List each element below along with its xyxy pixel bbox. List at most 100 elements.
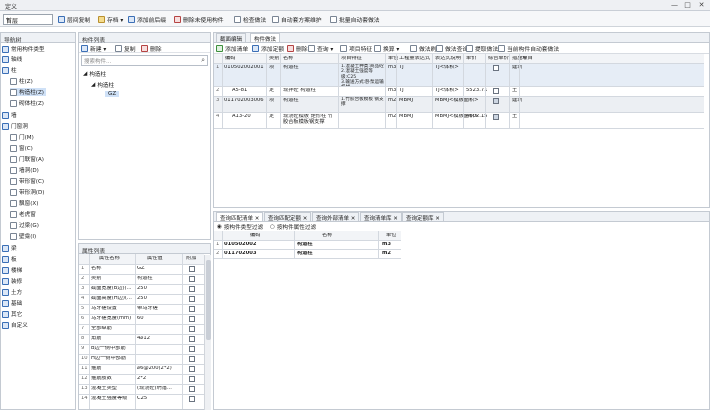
method-feature[interactable]: 1.竹胶合板模板 钢支撑 <box>341 97 385 108</box>
nav-item-15[interactable]: 飘窗(X) <box>10 199 40 207</box>
method-toolbar-button-6[interactable]: 换算 ▾ <box>374 44 399 53</box>
method-name[interactable]: 现拌砼 构造柱 <box>283 88 338 94</box>
nav-item-1[interactable]: 常用构件类型 <box>2 45 47 53</box>
check-method-button[interactable]: 检查做法 <box>234 15 266 24</box>
filter-by-attr-radio[interactable]: ○ 按构件属性过滤 <box>270 223 316 231</box>
method-toolbar-button-8[interactable]: 做法查询 <box>436 44 468 53</box>
nav-item-21[interactable]: 楼梯 <box>2 266 24 274</box>
delete-component-button[interactable]: 删除 <box>141 44 162 53</box>
property-extra-checkbox[interactable] <box>189 306 195 312</box>
measure-item-checkbox[interactable] <box>493 65 499 71</box>
nav-item-6[interactable]: 砌体柱(Z) <box>10 99 46 107</box>
property-value[interactable]: 2*2 <box>137 376 181 382</box>
property-value[interactable]: C25 <box>137 396 181 402</box>
nav-item-8[interactable]: 门窗洞 <box>2 122 30 130</box>
tree-leaf-gz[interactable]: GZ <box>105 91 120 97</box>
method-expression[interactable]: TJ <box>399 88 404 94</box>
nav-item-12[interactable]: 墙洞(D) <box>10 166 41 174</box>
filter-by-type-radio[interactable]: ◉ 按构件类型过滤 <box>217 223 263 231</box>
method-name[interactable]: 构造柱 <box>283 98 338 104</box>
query-tab-2[interactable]: 查询匹配定额 ✕ <box>264 212 312 222</box>
property-extra-checkbox[interactable] <box>189 386 195 392</box>
new-component-button[interactable]: 新建 ▾ <box>81 44 106 53</box>
archive-button[interactable]: 存档 ▾ <box>98 15 123 24</box>
property-scrollbar[interactable] <box>204 255 211 410</box>
copy-component-button[interactable]: 复制 <box>115 44 136 53</box>
query-code[interactable]: 010502002 <box>224 242 257 248</box>
property-extra-checkbox[interactable] <box>189 326 195 332</box>
property-value[interactable]: 构造柱 <box>137 276 181 282</box>
method-toolbar-button-4[interactable]: 查询 ▾ <box>308 44 333 53</box>
copy-between-floors-button[interactable]: 层间复制 <box>58 15 90 24</box>
nav-item-3[interactable]: 柱 <box>2 66 19 74</box>
nav-item-17[interactable]: 过梁(G) <box>10 221 41 229</box>
method-code[interactable]: 011702003006 <box>224 98 264 104</box>
nav-item-13[interactable]: 带形窗(C) <box>10 177 46 185</box>
component-search-input[interactable]: 搜索构件... ⌕ <box>81 55 208 66</box>
nav-item-18[interactable]: 壁龛(I) <box>10 232 38 240</box>
tree-root-node[interactable]: ◢ 构造柱 <box>83 70 106 78</box>
nav-item-23[interactable]: 土方 <box>2 288 24 296</box>
method-code[interactable]: 010502002001 <box>224 65 264 71</box>
property-extra-checkbox[interactable] <box>189 316 195 322</box>
property-extra-checkbox[interactable] <box>189 376 195 382</box>
query-tab-3[interactable]: 查询外部清单 ✕ <box>312 212 360 222</box>
method-expression[interactable]: MBMJ <box>399 98 413 104</box>
method-expression[interactable]: MBMJ <box>399 114 413 120</box>
property-extra-checkbox[interactable] <box>189 266 195 272</box>
nav-item-16[interactable]: 老虎窗 <box>10 210 38 218</box>
nav-item-9[interactable]: 门(M) <box>10 133 36 141</box>
property-value[interactable]: ⌀6@200(2*2) <box>137 366 181 372</box>
property-value[interactable]: 60 <box>137 316 181 322</box>
property-extra-checkbox[interactable] <box>189 296 195 302</box>
property-value[interactable]: 4⌀12 <box>137 336 181 342</box>
nav-item-14[interactable]: 带形洞(D) <box>10 188 46 196</box>
nav-item-25[interactable]: 其它 <box>2 310 24 318</box>
nav-item-26[interactable]: 自定义 <box>2 321 30 329</box>
nav-item-7[interactable]: 墙 <box>2 111 19 119</box>
property-value[interactable]: 250 <box>137 296 181 302</box>
delete-unused-button[interactable]: 删除未使用构件 <box>174 15 224 24</box>
query-code[interactable]: 011702003 <box>224 251 257 257</box>
query-tab-1[interactable]: 查询匹配清单 ✕ <box>216 212 264 222</box>
method-toolbar-button-9[interactable]: 提取做法 <box>466 44 498 53</box>
method-code[interactable]: A5-81 <box>232 88 247 94</box>
method-toolbar-button-3[interactable]: 删除 <box>287 44 308 53</box>
method-toolbar-button-1[interactable]: 添加清单 <box>216 44 248 53</box>
nav-item-20[interactable]: 板 <box>2 255 19 263</box>
scrollbar-thumb[interactable] <box>206 260 211 340</box>
batch-auto-button[interactable]: 批量自动套做法 <box>330 15 380 24</box>
close-button[interactable]: ✕ <box>697 1 706 10</box>
property-value[interactable]: 250 <box>137 286 181 292</box>
property-extra-checkbox[interactable] <box>189 356 195 362</box>
nav-item-24[interactable]: 基础 <box>2 299 24 307</box>
nav-item-10[interactable]: 窗(C) <box>10 144 35 152</box>
query-tab-5[interactable]: 查询定额库 ✕ <box>402 212 444 222</box>
nav-item-22[interactable]: 装修 <box>2 277 24 285</box>
method-code[interactable]: A13-20 <box>232 114 251 120</box>
measure-item-checkbox[interactable] <box>493 114 499 120</box>
method-name[interactable]: 构造柱 <box>283 65 338 71</box>
nav-item-19[interactable]: 梁 <box>2 244 19 252</box>
method-name[interactable]: 现浇砼模板 矩形柱 竹胶合板模板钢支撑 <box>283 114 338 126</box>
method-toolbar-button-7[interactable]: 做法刷 <box>410 44 436 53</box>
nav-item-5[interactable]: 构造柱(Z) <box>10 88 46 96</box>
property-value[interactable]: 带马牙槎 <box>137 306 181 312</box>
tab-component-method[interactable]: 构件做法 <box>250 33 281 43</box>
property-extra-checkbox[interactable] <box>189 276 195 282</box>
method-toolbar-button-10[interactable]: 当前构件自动套做法 <box>498 44 559 53</box>
nav-item-2[interactable]: 轴线 <box>2 55 24 63</box>
property-value[interactable]: GZ <box>137 266 181 272</box>
measure-item-checkbox[interactable] <box>493 88 499 94</box>
property-extra-checkbox[interactable] <box>189 396 195 402</box>
tab-section-edit[interactable]: 截面编辑 <box>216 33 247 43</box>
property-extra-checkbox[interactable] <box>189 346 195 352</box>
property-value[interactable]: (现浇砼(坍落... <box>137 386 181 392</box>
nav-item-4[interactable]: 柱(Z) <box>10 77 35 85</box>
method-toolbar-button-5[interactable]: 项目特征 <box>340 44 372 53</box>
query-tab-4[interactable]: 查询清单库 ✕ <box>360 212 402 222</box>
property-extra-checkbox[interactable] <box>189 366 195 372</box>
minimize-button[interactable]: — <box>670 1 679 10</box>
property-extra-checkbox[interactable] <box>189 286 195 292</box>
property-extra-checkbox[interactable] <box>189 336 195 342</box>
